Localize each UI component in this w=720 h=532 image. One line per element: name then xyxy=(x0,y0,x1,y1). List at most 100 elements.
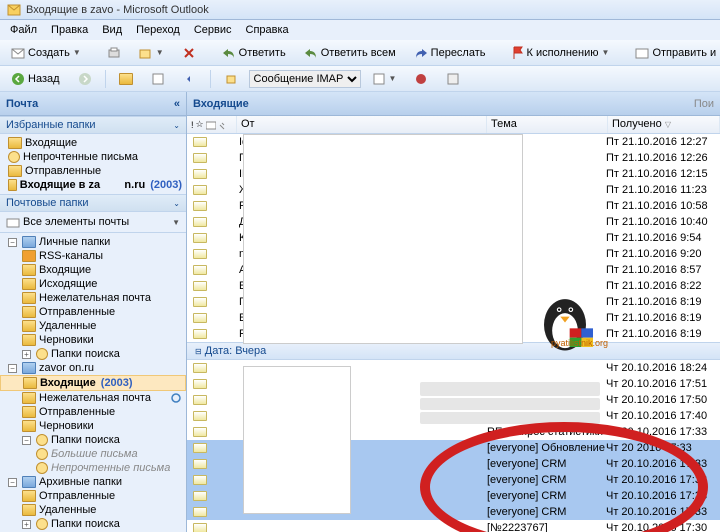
new-button[interactable]: Создать ▼ xyxy=(4,43,88,63)
imap-junk[interactable]: Нежелательная почта xyxy=(0,391,186,405)
archive-deleted[interactable]: Удаленные xyxy=(0,503,186,517)
all-items[interactable]: Все элементы почты ▼ xyxy=(0,212,186,233)
mail-date: Чт 20.10.2016 17:33 xyxy=(606,426,720,438)
menu-help[interactable]: Справка xyxy=(240,22,295,38)
favorites-section-header[interactable]: Избранные папки ⌄ xyxy=(0,116,186,134)
send-receive-button[interactable]: Отправить и получить ▼ xyxy=(628,43,720,63)
imap-inbox-selected[interactable]: Входящие(2003) xyxy=(0,375,186,391)
imap-large[interactable]: Большие письма xyxy=(0,447,186,461)
forward-label: Переслать xyxy=(431,47,486,59)
outbox-folder[interactable]: Исходящие xyxy=(0,277,186,291)
tool-btn-4[interactable] xyxy=(217,69,245,89)
rss-folder[interactable]: RSS-каналы xyxy=(0,249,186,263)
personal-folders[interactable]: −Личные папки xyxy=(0,235,186,249)
archive-search[interactable]: +Папки поиска xyxy=(0,517,186,531)
delete-button[interactable] xyxy=(175,43,203,63)
search-hint[interactable]: Пои xyxy=(694,98,714,110)
envelope-icon xyxy=(193,523,207,532)
envelope-icon xyxy=(193,265,207,275)
forward-button[interactable]: Переслать xyxy=(407,43,493,63)
mail-date: Пт 21.10.2016 12:27 xyxy=(606,136,720,148)
mail-date: Пт 21.10.2016 9:54 xyxy=(606,232,720,244)
tool-btn-1[interactable] xyxy=(112,70,140,88)
mail-date: Чт 20.10.2016 17:33 xyxy=(606,474,720,486)
menu-service[interactable]: Сервис xyxy=(188,22,238,38)
expand-icon[interactable]: + xyxy=(22,350,31,359)
message-list-pane: Входящие Пои !☆ От Тема Получено ▽ IdПт … xyxy=(187,92,720,532)
nav-pane: Почта « Избранные папки ⌄ Входящие Непро… xyxy=(0,92,187,532)
mail-subject: RE: Запрос статистики xyxy=(487,426,606,438)
drafts-folder[interactable]: Черновики xyxy=(0,333,186,347)
fav-inbox[interactable]: Входящие xyxy=(0,136,186,150)
fav-unread[interactable]: Непрочтенные письма xyxy=(0,150,186,164)
inbox-folder[interactable]: Входящие xyxy=(0,263,186,277)
imap-drafts[interactable]: Черновики xyxy=(0,419,186,433)
mail-date: Пт 21.10.2016 12:15 xyxy=(606,168,720,180)
back-label: Назад xyxy=(28,73,60,85)
col-from[interactable]: От xyxy=(237,116,487,133)
envelope-icon xyxy=(193,395,207,405)
sent-folder[interactable]: Отправленные xyxy=(0,305,186,319)
col-flags[interactable]: !☆ xyxy=(187,116,237,133)
archive-sent[interactable]: Отправленные xyxy=(0,489,186,503)
tool-btn-3[interactable] xyxy=(176,69,204,89)
collapse-icon[interactable]: − xyxy=(8,238,17,247)
tool-btn-6[interactable] xyxy=(407,69,435,89)
tool-btn-2[interactable] xyxy=(144,69,172,89)
tool-btn-5[interactable]: ▼ xyxy=(365,69,404,89)
followup-button[interactable]: К исполнению ▼ xyxy=(505,43,617,63)
nav-pane-title: Почта xyxy=(6,98,38,110)
search-folder[interactable]: +Папки поиска xyxy=(0,347,186,361)
deleted-folder[interactable]: Удаленные xyxy=(0,319,186,333)
followup-label: К исполнению xyxy=(527,47,599,59)
envelope-icon xyxy=(193,475,207,485)
nav-pane-header: Почта « xyxy=(0,92,186,116)
envelope-icon xyxy=(193,233,207,243)
imap-account[interactable]: −zavor on.ru xyxy=(0,361,186,375)
mail-date: Пт 21.10.2016 11:23 xyxy=(606,184,720,196)
tool-btn-7[interactable] xyxy=(439,69,467,89)
dropdown-arrow-icon: ▼ xyxy=(73,48,81,57)
forward-nav-button[interactable] xyxy=(71,69,99,89)
menu-edit[interactable]: Правка xyxy=(45,22,94,38)
message-list-header: Входящие Пои xyxy=(187,92,720,116)
junk-folder[interactable]: Нежелательная почта xyxy=(0,291,186,305)
back-button[interactable]: Назад xyxy=(4,69,67,89)
menu-view[interactable]: Вид xyxy=(96,22,128,38)
menu-file[interactable]: Файл xyxy=(4,22,43,38)
logo-caption: pyatilistnik.org xyxy=(551,338,608,348)
main-toolbar: Создать ▼ ▼ Ответить Ответить всем Перес… xyxy=(0,40,720,66)
mail-row[interactable]: [№2223767]Чт 20.10.2016 17:30 xyxy=(187,520,720,532)
envelope-icon xyxy=(193,329,207,339)
envelope-icon xyxy=(193,459,207,469)
fav-inbox-imap[interactable]: Входящие в za n.ru(2003) xyxy=(0,178,186,192)
chevron-left-icon[interactable]: « xyxy=(174,98,180,110)
col-received[interactable]: Получено ▽ xyxy=(608,116,720,133)
imap-unread[interactable]: Непрочтенные письма xyxy=(0,461,186,475)
envelope-icon xyxy=(193,281,207,291)
imap-sent[interactable]: Отправленные xyxy=(0,405,186,419)
chevron-icon: ⌄ xyxy=(173,121,180,130)
date-group-header[interactable]: ⊟ Дата: Вчера xyxy=(187,342,720,360)
reply-all-button[interactable]: Ответить всем xyxy=(297,43,403,63)
envelope-icon xyxy=(193,217,207,227)
mail-date: Пт 21.10.2016 8:22 xyxy=(606,280,720,292)
col-subject[interactable]: Тема xyxy=(487,116,608,133)
mail-date: Пт 21.10.2016 12:26 xyxy=(606,152,720,164)
move-button[interactable]: ▼ xyxy=(132,43,171,63)
print-button[interactable] xyxy=(100,43,128,63)
mail-subject: [everyone] Обновление CRM xyxy=(487,442,606,454)
imap-search[interactable]: −Папки поиска xyxy=(0,433,186,447)
menu-goto[interactable]: Переход xyxy=(130,22,186,38)
forward-icon xyxy=(414,46,428,60)
all-folders-section-header[interactable]: Почтовые папки ⌄ xyxy=(0,194,186,212)
mail-date: Пт 21.10.2016 8:19 xyxy=(606,328,720,340)
titlebar: Входящие в zavo - Microsoft Outlook xyxy=(0,0,720,20)
envelope-icon xyxy=(193,363,207,373)
archive-folders[interactable]: −Архивные папки xyxy=(0,475,186,489)
mail-date: Чт 20.10.2016 17:33 xyxy=(606,458,720,470)
fav-sent[interactable]: Отправленные xyxy=(0,164,186,178)
view-selector[interactable]: Сообщение IMAP xyxy=(249,70,361,88)
reply-button[interactable]: Ответить xyxy=(215,43,293,63)
app-icon xyxy=(6,2,22,18)
